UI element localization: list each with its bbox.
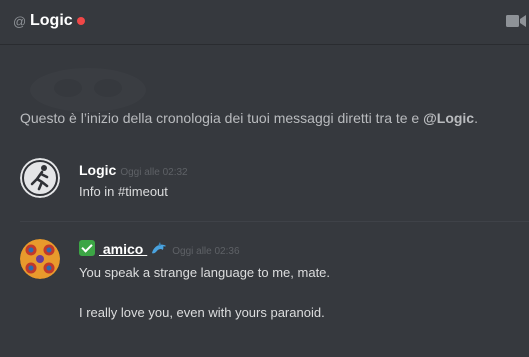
intro-period: .: [474, 110, 478, 126]
channel-header: @ Logic: [0, 0, 529, 45]
message-timestamp: Oggi alle 02:32: [120, 167, 188, 178]
message-divider: [20, 221, 529, 222]
avatar-amico[interactable]: [20, 239, 60, 279]
at-symbol: @: [13, 14, 27, 29]
status-dnd-indicator: [77, 17, 85, 25]
message-text: I really love you, even with yours paran…: [79, 305, 325, 320]
dolphin-emoji-icon: [152, 242, 167, 254]
message-header: Logic Oggi alle 02:32: [79, 162, 188, 180]
message-author[interactable]: Logic: [79, 162, 116, 178]
author-name: amico: [99, 241, 148, 257]
dm-recipient-name[interactable]: Logic: [30, 12, 73, 30]
message-header: amico Oggi alle 02:36: [79, 240, 240, 259]
message-text: You speak a strange language to me, mate…: [79, 265, 331, 280]
running-man-avatar-icon: [20, 158, 60, 198]
conversation-start-text: Questo è l’inizio della cronologia dei t…: [20, 110, 520, 126]
video-call-icon[interactable]: [506, 14, 526, 28]
message-timestamp: Oggi alle 02:36: [172, 246, 240, 257]
message-author[interactable]: amico: [79, 240, 168, 257]
watermark-logo-icon: [30, 68, 146, 112]
orange-pattern-avatar-icon: [20, 239, 60, 279]
avatar-logic[interactable]: [20, 158, 60, 198]
message-text: Info in #timeout: [79, 184, 168, 199]
check-mark-emoji-icon: [79, 240, 95, 256]
intro-recipient-mention[interactable]: @Logic: [423, 110, 474, 126]
intro-text: Questo è l’inizio della cronologia dei t…: [20, 110, 424, 126]
